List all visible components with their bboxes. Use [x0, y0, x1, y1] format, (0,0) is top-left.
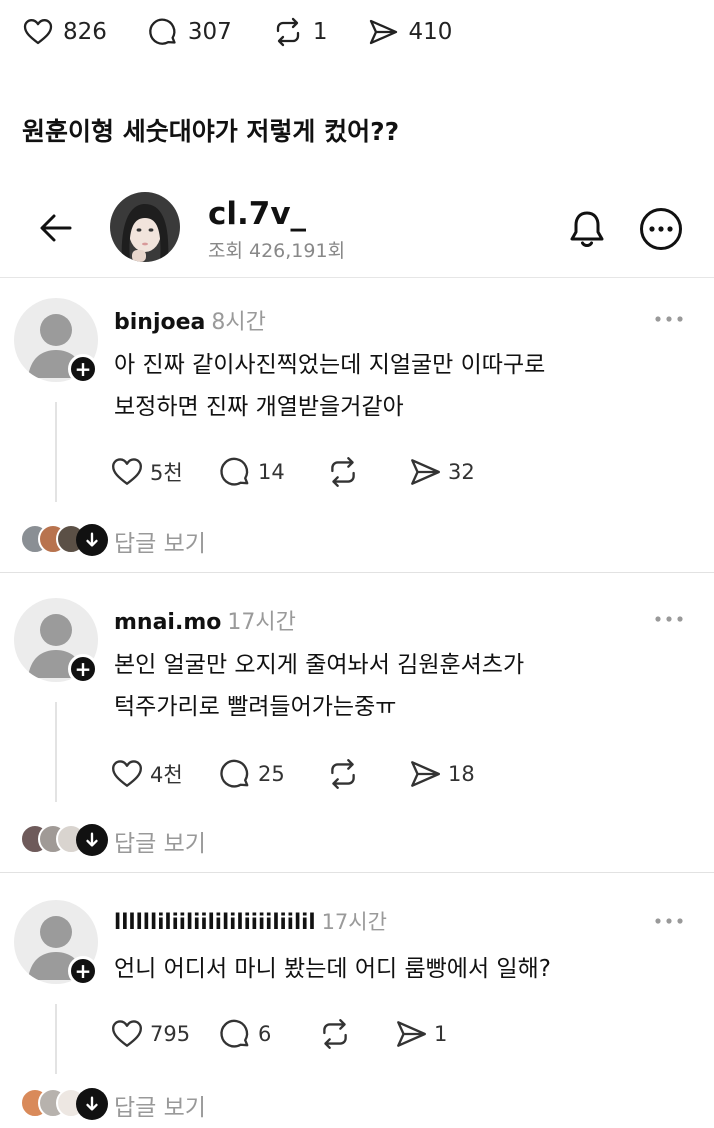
like-count: 5천 [150, 461, 183, 485]
profile-avatar[interactable] [110, 192, 180, 262]
reply-button[interactable]: 6 [218, 1017, 318, 1051]
comment-line: 아 진짜 같이사진찍었는데 지얼굴만 이따구로 [114, 352, 546, 378]
send-icon [370, 19, 398, 45]
thread-line [55, 702, 57, 802]
arrow-left-icon[interactable] [36, 208, 76, 248]
comment-more-icon[interactable] [654, 614, 684, 624]
arrow-down-icon [76, 524, 108, 556]
share-count: 1 [434, 1022, 448, 1046]
arrow-down-icon [76, 1088, 108, 1120]
share-button[interactable]: 18 [408, 757, 516, 791]
like-count: 795 [150, 1022, 191, 1046]
comment-actions: 4천 25 18 [110, 756, 516, 792]
comment-text: 본인 얼굴만 오지게 줄여놔서 김원훈셔츠가 턱주가리로 빨려들어가는중ㅠ [114, 644, 674, 728]
view-replies-link[interactable]: 답글 보기 [114, 1088, 206, 1122]
speech-bubble-icon [220, 759, 249, 788]
send-icon [411, 761, 440, 787]
heart-icon [112, 458, 142, 485]
reply-avatars[interactable] [20, 524, 108, 556]
share-button[interactable]: 1 [394, 1017, 502, 1051]
heart-icon [112, 760, 142, 787]
comment-actions: 795 6 1 [110, 1016, 502, 1052]
thread-line [55, 402, 57, 502]
reply-avatars[interactable] [20, 1088, 108, 1120]
arrow-down-icon [76, 824, 108, 856]
comment-line: 언니 어디서 마니 봤는데 어디 룸빵에서 일해? [114, 956, 551, 982]
comment-time: 17시간 [227, 610, 296, 635]
speech-bubble-icon [149, 18, 176, 45]
reply-count: 6 [258, 1022, 272, 1046]
repost-button[interactable] [326, 455, 408, 489]
like-count: 4천 [150, 763, 183, 787]
bell-icon[interactable] [566, 208, 608, 250]
follow-plus-button[interactable]: + [68, 956, 98, 986]
view-replies-link[interactable]: 답글 보기 [114, 824, 206, 858]
comment-line: 본인 얼굴만 오지게 줄여놔서 김원훈셔츠가 [114, 652, 525, 678]
reply-button[interactable]: 25 [218, 757, 326, 791]
comment-username[interactable]: lllllliliiliilililiiiiliilil 17시간 [114, 906, 387, 936]
speech-bubble-icon [220, 457, 249, 486]
follow-plus-button[interactable]: + [68, 354, 98, 384]
share-count: 18 [448, 762, 475, 786]
post-header: cl.7v_ 조회 426,191회 [0, 186, 714, 278]
reply-button[interactable]: 14 [218, 455, 326, 489]
view-count: 조회 426,191회 [208, 240, 346, 262]
share-button[interactable]: 32 [408, 455, 516, 489]
divider [0, 872, 714, 873]
repost-button[interactable] [326, 757, 408, 791]
send-icon [397, 1021, 426, 1047]
comment-more-icon[interactable] [654, 916, 684, 926]
comment-count: 307 [187, 19, 232, 45]
like-count: 826 [63, 19, 107, 45]
heart-icon [112, 1020, 142, 1047]
more-horizontal-icon[interactable] [638, 206, 684, 252]
profile-username[interactable]: cl.7v_ [208, 196, 306, 232]
reply-count: 14 [258, 460, 285, 484]
thread-line [55, 1004, 57, 1074]
comment-time: 17시간 [321, 910, 387, 934]
repost-arrows-icon [331, 759, 355, 789]
share-button[interactable]: 410 [367, 16, 452, 48]
post-action-bar: 826 307 1 410 [22, 12, 492, 52]
like-button[interactable]: 4천 [110, 757, 218, 791]
follow-plus-button[interactable]: + [68, 654, 98, 684]
view-replies-link[interactable]: 답글 보기 [114, 524, 206, 558]
like-button[interactable]: 826 [22, 16, 107, 48]
repost-count: 1 [312, 19, 328, 45]
comment-more-icon[interactable] [654, 314, 684, 324]
reply-count: 25 [258, 762, 285, 786]
repost-arrows-icon [323, 1019, 347, 1049]
heart-icon [23, 19, 53, 45]
comment-actions: 5천 14 32 [110, 454, 516, 490]
divider [0, 572, 714, 573]
comment-button[interactable]: 307 [147, 16, 232, 48]
screenshot-caption: 원훈이형 세숫대야가 저렇게 컸어?? [22, 117, 400, 146]
like-button[interactable]: 5천 [110, 455, 218, 489]
comment-line: 보정하면 진짜 개열받을거같아 [114, 394, 404, 420]
share-count: 32 [448, 460, 475, 484]
send-icon [411, 459, 440, 485]
comment-time: 8시간 [211, 310, 266, 335]
reply-avatars[interactable] [20, 824, 108, 856]
repost-arrows-icon [276, 17, 299, 47]
repost-button[interactable] [318, 1017, 394, 1051]
comment-text: 아 진짜 같이사진찍었는데 지얼굴만 이따구로 보정하면 진짜 개열받을거같아 [114, 344, 674, 428]
repost-button[interactable]: 1 [272, 16, 328, 48]
speech-bubble-icon [220, 1019, 249, 1048]
comment-username[interactable]: mnai.mo 17시간 [114, 604, 296, 636]
profile-photo [110, 192, 180, 262]
share-count: 410 [408, 19, 453, 45]
comment-username[interactable]: binjoea 8시간 [114, 304, 266, 336]
repost-arrows-icon [331, 457, 355, 487]
like-button[interactable]: 795 [110, 1017, 218, 1051]
comment-text: 언니 어디서 마니 봤는데 어디 룸빵에서 일해? [114, 948, 674, 990]
comment-line: 턱주가리로 빨려들어가는중ㅠ [114, 694, 397, 720]
